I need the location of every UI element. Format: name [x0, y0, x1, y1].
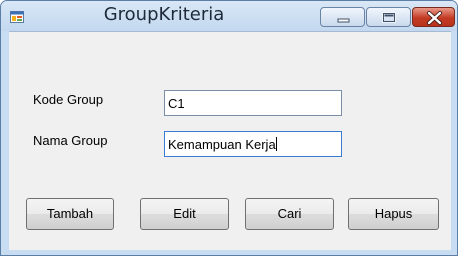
kode-group-input[interactable]: C1 [164, 90, 342, 116]
window: GroupKriteria Kode Group C1 Nama Group K… [0, 0, 458, 256]
maximize-icon [382, 12, 396, 23]
cari-button[interactable]: Cari [245, 198, 334, 230]
kode-group-label: Kode Group [33, 92, 104, 107]
minimize-button[interactable] [320, 7, 365, 27]
hapus-button[interactable]: Hapus [348, 198, 439, 230]
minimize-icon [337, 18, 350, 23]
close-icon [427, 11, 442, 25]
edit-button[interactable]: Edit [140, 198, 229, 230]
tambah-button[interactable]: Tambah [26, 198, 114, 230]
nama-group-input[interactable]: Kemampuan Kerja [164, 131, 342, 157]
close-button[interactable] [412, 7, 455, 27]
nama-group-label: Nama Group [33, 133, 108, 148]
kode-group-value: C1 [168, 96, 185, 111]
title-bar[interactable]: GroupKriteria [1, 1, 457, 31]
text-caret [275, 137, 277, 151]
maximize-button[interactable] [366, 7, 411, 27]
form-client-area: Kode Group C1 Nama Group Kemampuan Kerja… [9, 31, 451, 250]
nama-group-value: Kemampuan Kerja [168, 137, 276, 152]
window-title: GroupKriteria [103, 4, 225, 25]
